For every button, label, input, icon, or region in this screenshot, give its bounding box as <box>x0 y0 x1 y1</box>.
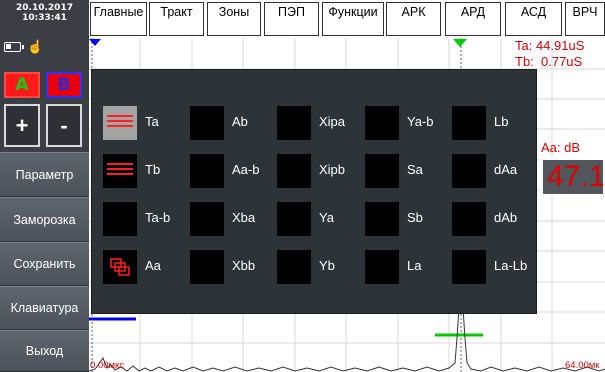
gate-b-marker-icon[interactable] <box>453 39 467 47</box>
param-cell-tb[interactable]: Tb <box>92 154 178 188</box>
tab-asd[interactable]: АСД <box>505 2 562 36</box>
tab-bar: Главные Тракт Зоны ПЭП Функции АРК АРД А… <box>89 0 605 38</box>
param-swatch-aa[interactable] <box>103 250 137 284</box>
time-text: 10:33:41 <box>22 13 67 23</box>
param-cell-la-lb[interactable]: La-Lb <box>441 250 527 284</box>
tab-main[interactable]: Главные <box>90 2 147 36</box>
param-label: Sa <box>407 162 423 177</box>
aa-readout-value: 47.1 <box>541 158 605 196</box>
param-cell-aa-b[interactable]: Aa-b <box>179 154 265 188</box>
plus-button[interactable]: + <box>4 104 40 147</box>
param-swatch-lb[interactable] <box>452 106 486 140</box>
param-label: Xba <box>232 210 256 225</box>
param-label: Ya-b <box>407 114 434 129</box>
param-cell-xbb[interactable]: Xbb <box>179 250 265 284</box>
exit-button[interactable]: Выход <box>0 330 89 372</box>
param-swatch-tb[interactable] <box>103 154 137 188</box>
param-label: Ta <box>145 114 159 129</box>
axis-end-label: 64.00мк <box>565 360 600 371</box>
param-label: La <box>407 258 422 273</box>
tab-functions[interactable]: Функции <box>322 2 384 36</box>
left-panel: 20.10.2017 10:33:41 ☝ A B + - Параметр З… <box>0 0 89 372</box>
selected-copy-icon <box>110 258 130 276</box>
param-cell-lb[interactable]: Lb <box>441 106 527 140</box>
param-swatch-ya-b[interactable] <box>365 106 399 140</box>
param-label: Xipa <box>319 114 346 129</box>
param-swatch-ya[interactable] <box>277 202 311 236</box>
selected-lines-icon <box>107 163 133 179</box>
param-swatch-dab[interactable] <box>452 202 486 236</box>
param-cell-dab[interactable]: dAb <box>441 202 527 236</box>
param-cell-la[interactable]: La <box>354 250 440 284</box>
param-cell-daa[interactable]: dAa <box>441 154 527 188</box>
param-swatch-la-lb[interactable] <box>452 250 486 284</box>
param-cell-ab[interactable]: Ab <box>179 106 265 140</box>
save-button[interactable]: Сохранить <box>0 242 89 286</box>
param-cell-sa[interactable]: Sa <box>354 154 440 188</box>
date-text: 20.10.2017 <box>16 3 73 13</box>
param-cell-ta[interactable]: Ta <box>92 106 178 140</box>
param-cell-yb[interactable]: Yb <box>266 250 352 284</box>
param-label: Ab <box>232 114 248 129</box>
tab-vrch[interactable]: ВРЧ <box>565 2 605 36</box>
param-cell-xba[interactable]: Xba <box>179 202 265 236</box>
param-cell-ta-b[interactable]: Ta-b <box>92 202 178 236</box>
param-swatch-xba[interactable] <box>190 202 224 236</box>
tab-transducer[interactable]: ПЭП <box>264 2 319 36</box>
aa-readout-title: Aa: dB <box>541 140 581 155</box>
ta-readout: Ta: 44.91uS <box>515 38 585 53</box>
tab-zones[interactable]: Зоны <box>207 2 261 36</box>
gate-a-marker-icon[interactable] <box>89 39 101 46</box>
param-swatch-xbb[interactable] <box>190 250 224 284</box>
param-label: La-Lb <box>494 258 528 273</box>
gate-b-toggle[interactable]: B <box>46 72 82 98</box>
param-label: dAa <box>494 162 518 177</box>
param-label: Lb <box>494 114 509 129</box>
param-swatch-aa-b[interactable] <box>190 154 224 188</box>
param-label: Aa-b <box>232 162 260 177</box>
param-label: Ta-b <box>145 210 171 225</box>
gate-a-toggle[interactable]: A <box>4 72 40 98</box>
parameter-button[interactable]: Параметр <box>0 152 89 197</box>
param-label: Xipb <box>319 162 346 177</box>
param-swatch-ta[interactable] <box>103 106 137 140</box>
keyboard-button[interactable]: Клавиатура <box>0 286 89 330</box>
axis-start-label: 0.00мкс <box>90 360 125 371</box>
param-cell-aa[interactable]: Aa <box>92 250 178 284</box>
param-cell-ya[interactable]: Ya <box>266 202 352 236</box>
tab-ard[interactable]: АРД <box>445 2 501 36</box>
datetime: 20.10.2017 10:33:41 <box>0 3 89 23</box>
param-label: Ya <box>319 210 334 225</box>
param-cell-xipa[interactable]: Xipa <box>266 106 352 140</box>
param-swatch-la[interactable] <box>365 250 399 284</box>
param-cell-sb[interactable]: Sb <box>354 202 440 236</box>
param-label: Xbb <box>232 258 256 273</box>
param-swatch-yb[interactable] <box>277 250 311 284</box>
tab-path[interactable]: Тракт <box>149 2 204 36</box>
param-label: Aa <box>145 258 161 273</box>
param-label: Yb <box>319 258 335 273</box>
param-swatch-daa[interactable] <box>452 154 486 188</box>
param-swatch-ta-b[interactable] <box>103 202 137 236</box>
param-cell-xipb[interactable]: Xipb <box>266 154 352 188</box>
battery-icon <box>4 42 24 52</box>
selected-lines-icon <box>107 115 133 131</box>
param-swatch-sb[interactable] <box>365 202 399 236</box>
parameter-selector-panel: Ta Ab Xipa Ya-b Lb Tb Aa-b Xipb Sa dAa T… <box>91 69 537 314</box>
freeze-button[interactable]: Заморозка <box>0 197 89 242</box>
touch-hand-icon: ☝ <box>27 39 44 54</box>
param-cell-ya-b[interactable]: Ya-b <box>354 106 440 140</box>
param-swatch-ab[interactable] <box>190 106 224 140</box>
param-label: Sb <box>407 210 423 225</box>
status-row: ☝ <box>4 40 43 54</box>
tb-readout: Tb: 0.77uS <box>515 54 583 69</box>
tab-ark[interactable]: АРК <box>386 2 441 36</box>
param-label: Tb <box>145 162 161 177</box>
param-swatch-xipa[interactable] <box>277 106 311 140</box>
minus-button[interactable]: - <box>46 104 82 147</box>
param-label: dAb <box>494 210 518 225</box>
param-swatch-sa[interactable] <box>365 154 399 188</box>
param-swatch-xipb[interactable] <box>277 154 311 188</box>
